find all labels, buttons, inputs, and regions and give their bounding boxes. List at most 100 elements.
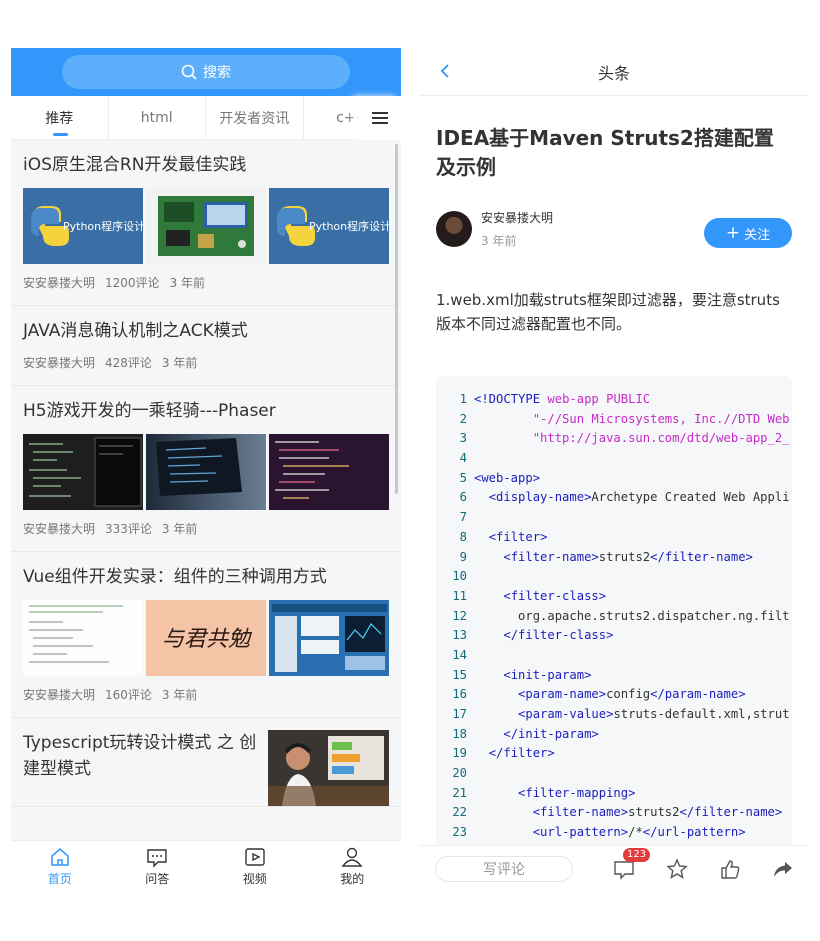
channel-menu-button[interactable] (359, 96, 401, 140)
avatar[interactable] (436, 211, 472, 247)
code-text: <url-pattern>/*</url-pattern> (532, 825, 746, 840)
home-icon (51, 847, 69, 866)
code-line: 12 org.apache.struts2.dispatcher.ng.filt (436, 607, 792, 627)
code-screen-thumbnail (269, 434, 389, 510)
article-title: Typescript玩转设计模式 之 创建型模式 (23, 733, 257, 779)
chevron-left-icon (440, 64, 449, 78)
search-icon (181, 64, 197, 80)
code-line: 9 <filter-name>struts2</filter-name> (436, 548, 792, 568)
article-author: 安安暴搂大明 (23, 522, 96, 536)
search-button[interactable]: 搜索 (62, 55, 350, 89)
tabbar-label: 我的 (340, 871, 365, 886)
video-icon (245, 847, 265, 866)
thumbnail-caption: 与君共勉 (162, 627, 253, 652)
line-number: 17 (452, 707, 467, 721)
article-heading: IDEA基于Maven Struts2搭建配置及示例 (436, 126, 774, 179)
line-number: 13 (452, 628, 467, 643)
tabbar-video[interactable]: 视频 (206, 841, 304, 891)
article-author: 安安暴搂大明 (23, 688, 96, 702)
code-line: 8 <filter> (436, 528, 792, 548)
list-item[interactable]: JAVA消息确认机制之ACK模式 安安暴搂大明 428评论 3 年前 (11, 306, 401, 386)
code-line: 21 <filter-mapping> (436, 784, 792, 804)
line-number: 6 (459, 490, 467, 505)
tab-recommend[interactable]: 推荐 (11, 95, 109, 140)
tabbar-home[interactable]: 首页 (11, 841, 109, 891)
article-detail-screen: 头条 IDEA基于Maven Struts2搭建配置及示例 安安暴搂大明 3 年… (419, 48, 809, 891)
code-line: 3 "http://java.sun.com/dtd/web-app_2_ (436, 429, 792, 449)
comment-input[interactable]: 写评论 (435, 855, 573, 882)
article-time: 3 年前 (161, 356, 198, 370)
code-text: <filter-mapping> (518, 785, 636, 800)
like-button[interactable] (703, 858, 756, 880)
follow-label: 关注 (744, 227, 771, 243)
line-number: 21 (452, 785, 467, 800)
search-header: 搜索 (11, 48, 401, 96)
code-line: 17 <param-value>struts-default.xml,strut (436, 705, 792, 725)
share-button[interactable] (756, 858, 809, 880)
detail-navbar: 头条 (419, 48, 809, 96)
code-text: <filter-class> (503, 588, 607, 603)
code-line: 1 <!DOCTYPE web-app PUBLIC (436, 390, 792, 410)
follow-button[interactable]: + 关注 (704, 218, 792, 248)
article-title: Vue组件开发实录：组件的三种调用方式 (23, 567, 327, 587)
list-item[interactable]: iOS原生混合RN开发最佳实践 Python程序设计 Python程序设计 安安… (11, 140, 401, 306)
author-name[interactable]: 安安暴搂大明 (481, 209, 553, 226)
line-number: 8 (459, 529, 467, 544)
line-number: 18 (452, 726, 467, 741)
list-item[interactable]: H5游戏开发的一乘轻骑---Phaser 安安暴搂大明 333评论 3 年前 (11, 386, 401, 552)
code-line: 18 </init-param> (436, 725, 792, 745)
code-text: </filter-class> (503, 628, 614, 643)
circuit-board-thumbnail (146, 188, 266, 264)
line-number: 7 (459, 510, 467, 525)
article-time: 3 年前 (161, 522, 198, 536)
tab-dev-news[interactable]: 开发者资讯 (206, 95, 304, 140)
line-number: 20 (452, 766, 467, 781)
list-item[interactable]: Vue组件开发实录：组件的三种调用方式 与君共勉 安安暴搂大明 160评论 3 年前 (11, 552, 401, 718)
python-thumbnail: Python程序设计 (269, 188, 389, 264)
code-line: 11 <filter-class> (436, 587, 792, 607)
line-number: 5 (459, 470, 467, 485)
tab-html[interactable]: html (109, 95, 206, 140)
article-title: iOS原生混合RN开发最佳实践 (23, 155, 247, 175)
line-number: 23 (452, 825, 467, 840)
comments-button[interactable]: 123 (597, 847, 651, 880)
code-line: 7 (436, 508, 792, 528)
hamburger-icon (372, 109, 388, 127)
favorite-button[interactable] (650, 857, 703, 880)
comment-count-badge: 123 (623, 847, 651, 862)
chat-icon (147, 848, 167, 868)
code-text: <!DOCTYPE web-app PUBLIC (474, 392, 651, 406)
article-comments: 160评论 (105, 688, 152, 702)
article-comments: 1200评论 (105, 276, 160, 290)
line-number: 10 (452, 569, 467, 584)
feed-screen: 搜索 推荐 html 开发者资讯 c++ iOS原生混合RN开发最佳实践 Pyt… (11, 48, 401, 891)
article-comments: 333评论 (105, 522, 152, 536)
star-icon (665, 857, 688, 879)
list-item[interactable]: Typescript玩转设计模式 之 创建型模式 (11, 718, 401, 807)
tabbar-qa[interactable]: 问答 (109, 841, 207, 891)
back-button[interactable] (439, 62, 451, 84)
article-meta: 安安暴搂大明 333评论 3 年前 (23, 520, 389, 551)
code-line: 5 <web-app> (436, 469, 792, 489)
code-line: 15 <init-param> (436, 666, 792, 686)
code-text: </init-param> (503, 726, 599, 741)
code-line: 10 (436, 567, 792, 587)
thumbnail-caption: Python程序设计 (309, 219, 389, 233)
article-time: 3 年前 (161, 688, 198, 702)
article-feed[interactable]: iOS原生混合RN开发最佳实践 Python程序设计 Python程序设计 安安… (11, 140, 401, 840)
article-time: 3 年前 (169, 276, 206, 290)
code-block[interactable]: 1 <!DOCTYPE web-app PUBLIC 2 "-//Sun Micro… (436, 376, 792, 876)
tabbar-profile[interactable]: 我的 (304, 841, 402, 891)
code-line: 4 (436, 449, 792, 469)
page-title: 头条 (597, 63, 630, 83)
code-listing-thumbnail (23, 600, 143, 676)
comment-bar: 写评论 123 (419, 845, 809, 891)
feed-scrollbar[interactable] (395, 144, 398, 494)
article-author: 安安暴搂大明 (23, 276, 96, 290)
channel-tabs: 推荐 html 开发者资讯 c++ (11, 95, 401, 140)
code-line: 23 <url-pattern>/*</url-pattern> (436, 823, 792, 843)
line-number: 2 (459, 411, 467, 426)
